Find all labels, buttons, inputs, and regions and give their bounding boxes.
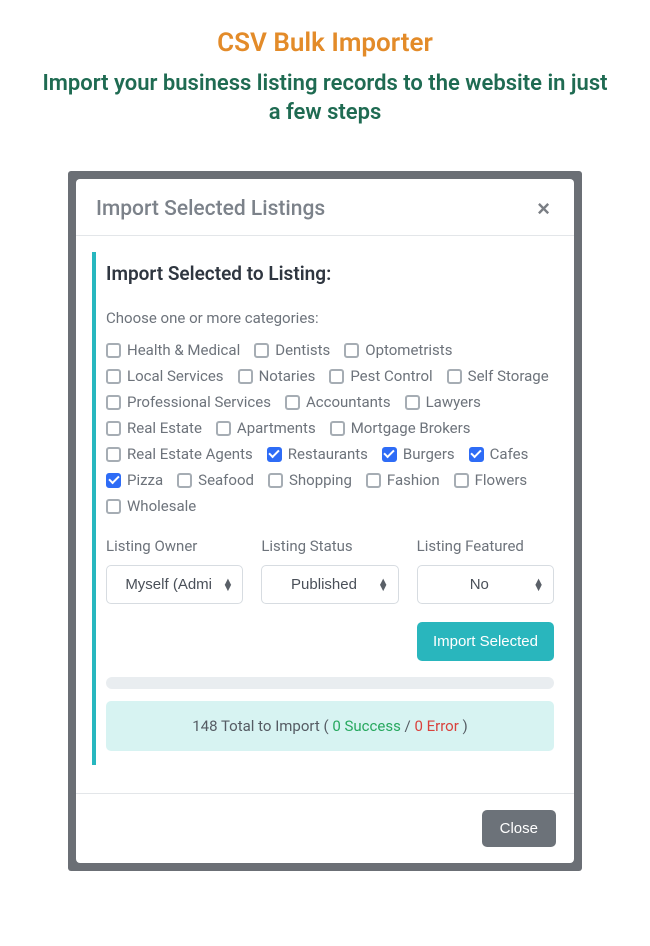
category-checkbox[interactable] [106,499,121,514]
listing-status-group: Listing Status Published ▲▼ [261,537,398,604]
category-label: Fashion [387,471,440,489]
category-item[interactable]: Seafood [177,471,254,489]
category-label: Pest Control [350,367,432,385]
category-checkbox[interactable] [254,343,269,358]
category-label: Flowers [475,471,528,489]
category-item[interactable]: Accountants [285,393,391,411]
summary-total: 148 [192,717,217,735]
category-checkbox[interactable] [238,369,253,384]
category-label: Professional Services [127,393,271,411]
category-item[interactable]: Pizza [106,471,163,489]
category-checkbox[interactable] [330,421,345,436]
category-label: Local Services [127,367,224,385]
categories-list: Health & Medical Dentists Optometrists Loca… [106,341,554,515]
category-label: Mortgage Brokers [351,419,471,437]
categories-label: Choose one or more categories: [106,309,554,327]
category-item[interactable]: Restaurants [267,445,368,463]
category-label: Pizza [127,471,163,489]
category-item[interactable]: Cafes [469,445,529,463]
category-checkbox[interactable] [285,395,300,410]
category-label: Apartments [237,419,316,437]
category-label: Self Storage [468,367,549,385]
category-label: Optometrists [365,341,452,359]
category-checkbox[interactable] [366,473,381,488]
category-checkbox[interactable] [329,369,344,384]
close-button[interactable]: Close [482,810,556,847]
category-label: Real Estate [127,419,202,437]
category-item[interactable]: Mortgage Brokers [330,419,471,437]
modal-title: Import Selected Listings [96,197,325,221]
category-item[interactable]: Dentists [254,341,330,359]
selects-row: Listing Owner Myself (Admi ▲▼ Listing St… [106,537,554,604]
category-checkbox[interactable] [106,343,121,358]
category-checkbox[interactable] [405,395,420,410]
listing-owner-label: Listing Owner [106,537,243,555]
modal-footer: Close [76,793,574,863]
category-checkbox[interactable] [267,447,282,462]
import-summary: 148 Total to Import ( 0 Success / 0 Erro… [106,701,554,751]
category-label: Restaurants [288,445,368,463]
category-label: Real Estate Agents [127,445,253,463]
category-checkbox[interactable] [447,369,462,384]
category-item[interactable]: Professional Services [106,393,271,411]
category-label: Notaries [259,367,316,385]
page-subtitle: Import your business listing records to … [40,70,610,127]
modal-body: Import Selected to Listing: Choose one o… [76,236,574,793]
category-checkbox[interactable] [454,473,469,488]
listing-status-select[interactable]: Published [261,565,398,604]
category-checkbox[interactable] [268,473,283,488]
category-label: Accountants [306,393,391,411]
modal-header: Import Selected Listings × [76,179,574,236]
listing-owner-select[interactable]: Myself (Admi [106,565,243,604]
import-section: Import Selected to Listing: Choose one o… [92,252,558,765]
listing-featured-select[interactable]: No [417,565,554,604]
category-checkbox[interactable] [382,447,397,462]
category-item[interactable]: Flowers [454,471,528,489]
category-item[interactable]: Real Estate Agents [106,445,253,463]
category-label: Dentists [275,341,330,359]
category-item[interactable]: Wholesale [106,497,196,515]
page-title: CSV Bulk Importer [0,28,650,58]
category-item[interactable]: Optometrists [344,341,452,359]
category-item[interactable]: Fashion [366,471,440,489]
category-checkbox[interactable] [469,447,484,462]
category-item[interactable]: Real Estate [106,419,202,437]
import-selected-button[interactable]: Import Selected [417,622,554,661]
category-checkbox[interactable] [106,395,121,410]
summary-error: 0 [414,717,422,735]
section-heading: Import Selected to Listing: [106,262,554,285]
listing-featured-label: Listing Featured [417,537,554,555]
category-item[interactable]: Notaries [238,367,316,385]
listing-status-label: Listing Status [261,537,398,555]
category-checkbox[interactable] [216,421,231,436]
category-label: Lawyers [426,393,481,411]
category-checkbox[interactable] [344,343,359,358]
listing-featured-group: Listing Featured No ▲▼ [417,537,554,604]
progress-bar [106,677,554,689]
category-item[interactable]: Apartments [216,419,316,437]
import-modal: Import Selected Listings × Import Select… [76,179,574,863]
close-icon[interactable]: × [533,198,554,220]
summary-success: 0 [332,717,340,735]
category-label: Shopping [289,471,352,489]
category-label: Wholesale [127,497,196,515]
category-checkbox[interactable] [106,473,121,488]
modal-backdrop: Import Selected Listings × Import Select… [68,171,582,871]
category-checkbox[interactable] [106,421,121,436]
category-label: Seafood [198,471,254,489]
category-item[interactable]: Self Storage [447,367,549,385]
listing-owner-group: Listing Owner Myself (Admi ▲▼ [106,537,243,604]
category-label: Burgers [403,445,455,463]
category-label: Cafes [490,445,529,463]
category-item[interactable]: Lawyers [405,393,481,411]
category-item[interactable]: Pest Control [329,367,432,385]
category-item[interactable]: Health & Medical [106,341,240,359]
category-item[interactable]: Burgers [382,445,455,463]
category-checkbox[interactable] [177,473,192,488]
category-label: Health & Medical [127,341,240,359]
category-checkbox[interactable] [106,369,121,384]
category-item[interactable]: Local Services [106,367,224,385]
category-checkbox[interactable] [106,447,121,462]
category-item[interactable]: Shopping [268,471,352,489]
